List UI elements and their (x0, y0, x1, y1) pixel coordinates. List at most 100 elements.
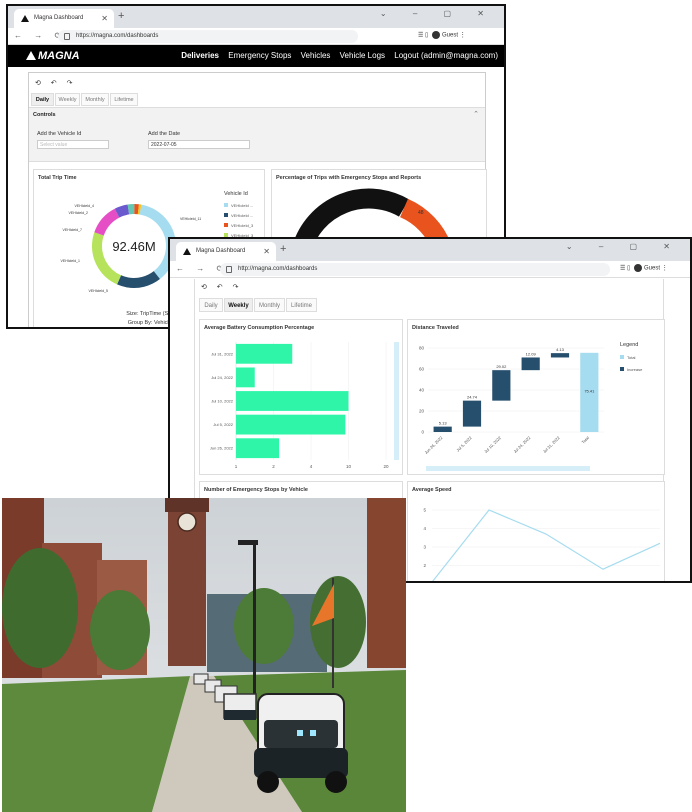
legend-swatch (224, 223, 228, 227)
legend-swatch (224, 203, 228, 207)
magna-favicon-icon (183, 248, 191, 255)
tab-lifetime[interactable]: Lifetime (286, 298, 317, 312)
url-input[interactable]: http://magna.com/dashboards (220, 263, 610, 276)
clock-face-icon (177, 512, 197, 532)
robot-photo (2, 498, 406, 812)
battery-bar-chart: 1 2 4 10 20 Jul 31, 2022 Jul 24, 2022 Jul 10, 2… (210, 342, 399, 469)
chart-scrollbar[interactable] (394, 342, 399, 460)
slice-label: VEHIcleId_7 (63, 228, 83, 232)
legend-swatch-total (620, 355, 624, 359)
tab-monthly[interactable]: Monthly (254, 298, 285, 312)
right-building (367, 498, 406, 668)
panel-title: Number of Emergency Stops by Vehicle (204, 487, 308, 493)
close-tab-icon[interactable]: ✕ (263, 242, 270, 261)
lamp-head (238, 540, 258, 545)
browser-tabbar: Magna Dashboard ✕ + ⌄ – ▢ ✕ (170, 239, 690, 261)
data-label: 29.02 (496, 364, 507, 369)
toolbar[interactable]: ⟲ ↶ ↷ (201, 283, 243, 291)
browser-tab[interactable]: Magna Dashboard ✕ (14, 9, 114, 28)
nav-vehicle-logs[interactable]: Vehicle Logs (340, 51, 385, 60)
avatar-icon (432, 31, 441, 39)
delivery-robots-scene (2, 498, 406, 812)
tab-title: Magna Dashboard (34, 15, 84, 21)
y-tick-label: 4 (423, 526, 426, 531)
vehicle-id-select[interactable]: Select value (37, 140, 109, 149)
controls-section: Controls ⌃ Add the Vehicle Id Select val… (29, 107, 485, 162)
tab-monthly[interactable]: Monthly (81, 93, 109, 106)
x-tick-label: 1 (235, 464, 238, 469)
bar (236, 367, 255, 388)
legend-item[interactable]: VEHIcleId_3 (231, 223, 254, 228)
x-tick-label: Total (581, 435, 591, 445)
y-tick-label: Jul 24, 2022 (211, 375, 234, 380)
tab-lifetime[interactable]: Lifetime (110, 93, 138, 106)
nav-deliveries[interactable]: Deliveries (181, 51, 219, 60)
y-tick-label: Jun 26, 2022 (210, 446, 234, 451)
tab-weekly[interactable]: Weekly (55, 93, 80, 106)
legend-item[interactable]: VEHIcleId ... (231, 213, 253, 218)
x-tick-label: 10 (346, 464, 352, 469)
y-tick-label: 0 (421, 430, 424, 435)
profile-label: Guest (644, 265, 661, 272)
legend-item[interactable]: Increase (627, 367, 643, 372)
date-label: Add the Date (148, 131, 181, 137)
battery-panel: Average Battery Consumption Percentage 1… (199, 319, 403, 475)
donut-center-value: 92.46M (112, 239, 155, 254)
bar (236, 414, 346, 435)
nav-logout[interactable]: Logout (admin@magna.com) (394, 51, 498, 60)
new-tab-icon[interactable]: + (280, 243, 286, 255)
slice-label: VEHIcleId_5 (89, 289, 109, 293)
y-tick-label: 60 (419, 367, 425, 372)
nav-emergency-stops[interactable]: Emergency Stops (228, 51, 291, 60)
browser-tab[interactable]: Magna Dashboard ✕ (176, 242, 276, 261)
lamp-post (253, 544, 256, 704)
tree (2, 548, 78, 668)
profile-area[interactable]: ☰ ▯ Guest ⋮ (620, 264, 668, 272)
window-controls[interactable]: ⌄ – ▢ ✕ (566, 242, 682, 251)
url-input[interactable]: https://magna.com/dashboards (58, 30, 358, 43)
address-bar-row: ← → ⟳ http://magna.com/dashboards ☰ ▯ Gu… (170, 261, 690, 278)
robot-eye-icon (310, 730, 316, 736)
x-tick-label: Jul 31, 2022 (542, 435, 561, 454)
x-tick-label: 2 (272, 464, 275, 469)
legend-item[interactable]: VEHIcleId ... (231, 203, 253, 208)
distance-waterfall-chart: Legend Total Increase 0 20 40 60 80 5.13 Jun 2… (419, 342, 643, 471)
waterfall-bar (492, 370, 511, 401)
nav-vehicles[interactable]: Vehicles (301, 51, 331, 60)
chart-scrollbar[interactable] (426, 466, 590, 471)
legend-item[interactable]: Total (627, 355, 636, 360)
speed-line-chart: 1 2 3 4 5 (423, 508, 661, 581)
url-text: https://magna.com/dashboards (76, 33, 159, 39)
magna-logo[interactable]: MAGNA (26, 50, 80, 62)
tab-weekly[interactable]: Weekly (224, 298, 253, 312)
avatar-icon (634, 264, 643, 272)
tab-daily[interactable]: Daily (199, 298, 223, 312)
profile-area[interactable]: ☰ ▯ Guest ⋮ (418, 31, 466, 39)
bar (236, 343, 293, 364)
tower-top (165, 498, 209, 512)
tab-daily[interactable]: Daily (31, 93, 54, 106)
waterfall-bar (433, 426, 452, 432)
y-tick-label: 3 (423, 545, 426, 550)
slice-label: VEHIcleId_11 (180, 217, 201, 221)
main-nav: Deliveries Emergency Stops Vehicles Vehi… (174, 51, 498, 60)
app-header: MAGNA Deliveries Emergency Stops Vehicle… (8, 45, 504, 67)
close-tab-icon[interactable]: ✕ (101, 9, 108, 28)
new-tab-icon[interactable]: + (118, 10, 124, 22)
toolbar[interactable]: ⟲ ↶ ↷ (35, 79, 77, 87)
browser-tabbar: Magna Dashboard ✕ + ⌄ – ▢ ✕ (8, 6, 504, 28)
window-controls[interactable]: ⌄ – ▢ ✕ (380, 9, 496, 18)
data-label: 75.41 (584, 388, 595, 393)
tree (90, 590, 150, 670)
x-tick-label: Jul 5, 2022 (455, 435, 473, 453)
data-label: 12.09 (526, 351, 537, 356)
legend-swatch (224, 213, 228, 217)
gauge-value-label: 48 (418, 210, 424, 216)
waterfall-bar (550, 353, 570, 358)
bar (236, 438, 280, 459)
collapse-icon[interactable]: ⌃ (473, 110, 479, 118)
date-input[interactable]: 2022-07-05 (148, 140, 250, 149)
distance-panel: Distance Traveled Legend Total Increase … (407, 319, 665, 475)
speed-series-line (432, 509, 661, 581)
waterfall-bar (521, 357, 540, 371)
